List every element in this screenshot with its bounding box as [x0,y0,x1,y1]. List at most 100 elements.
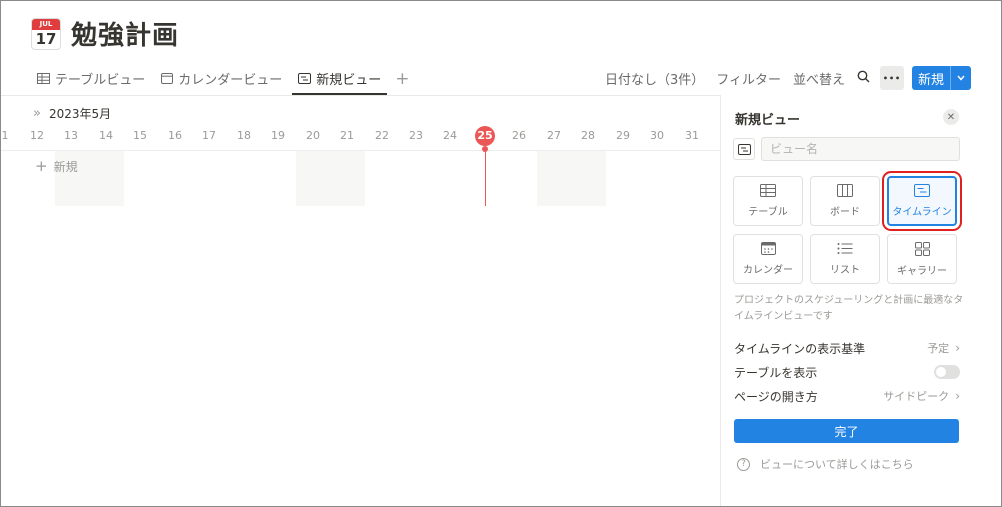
help-label: ビューについて詳しくはこちら [760,458,914,471]
add-row-label: 新規 [53,159,78,174]
today-line [485,148,486,206]
new-view-panel: 新規ビュー ✕ テーブル ボード タイムライン [720,96,1001,506]
day-label: 16 [168,129,182,142]
toggle-knob [936,367,946,377]
gallery-icon [914,241,930,256]
day-label: 25 [477,129,493,142]
view-name-input[interactable] [761,137,960,161]
search-button[interactable] [857,70,870,87]
layout-table-button[interactable]: テーブル [733,176,803,226]
day-label: 24 [443,129,457,142]
table-icon [760,184,776,197]
tab-label: 新規ビュー [316,72,382,88]
view-toolbar: 日付なし（3件） フィルター 並べ替え ••• 新規 [593,66,971,90]
plus-icon: + [395,69,410,89]
month-label: 2023年5月 [48,107,112,121]
sort-button[interactable]: 並べ替え [793,69,845,88]
done-button[interactable]: 完了 [734,419,959,443]
day-label: 15 [133,129,147,142]
help-icon: ? [737,457,750,471]
no-date-button[interactable]: 日付なし（3件） [605,69,704,88]
setting-label: テーブルを表示 [734,365,818,380]
close-panel-button[interactable]: ✕ [943,109,959,125]
setting-label: ページの開き方 [734,389,818,404]
board-icon [837,184,853,197]
calendar-emoji-icon[interactable]: JUL 17 [31,17,61,50]
setting-value-text: 予定 [927,342,950,355]
day-label: 20 [306,129,320,142]
layout-list-button[interactable]: リスト [810,234,880,284]
setting-value: サイドピーク › [883,388,960,404]
layout-options: テーブル ボード タイムライン カレンダー リスト ギャラリー [733,171,962,284]
table-icon [37,72,50,84]
more-options-button[interactable]: ••• [880,66,904,90]
day-label: 31 [685,129,699,142]
timeline-view: » 2023年5月 1 12 13 14 15 16 17 18 19 20 21 22 23 24 25 2… [1,96,720,506]
timeline-icon [737,143,751,155]
layout-label: テーブル [748,207,788,218]
close-icon: ✕ [946,111,956,123]
layout-label: ギャラリー [897,265,947,277]
new-button[interactable]: 新規 [912,66,951,90]
day-scale: 1 12 13 14 15 16 17 18 19 20 21 22 23 24 25 26 27 28 29 30 3… [1,126,720,146]
tab-table-view[interactable]: テーブルビュー [31,63,151,95]
calendar-icon [161,72,174,84]
page-header: JUL 17 勉強計画 [31,15,179,52]
calendar-emoji-day: 17 [35,29,57,48]
more-icon: ••• [882,73,902,83]
setting-value-text: サイドピーク [883,390,950,403]
show-table-toggle[interactable] [934,365,960,379]
search-icon [857,70,870,82]
view-name-row [733,137,960,161]
weekend-shade [537,151,606,206]
timeline-icon [298,72,312,84]
day-label: 18 [237,129,251,142]
calendar-icon [760,242,776,255]
day-label: 26 [512,129,526,142]
plus-icon: + [35,157,48,175]
show-table-setting[interactable]: テーブルを表示 [734,362,960,382]
scale-divider [1,150,720,151]
tab-calendar-view[interactable]: カレンダービュー [155,63,288,95]
view-tabs: テーブルビュー カレンダービュー 新規ビュー + [31,63,414,95]
day-label: 19 [271,129,285,142]
month-header: » 2023年5月 [33,105,111,122]
expand-chevron-icon[interactable]: » [33,106,41,121]
day-label: 29 [616,129,630,142]
layout-calendar-button[interactable]: カレンダー [733,234,803,284]
setting-value: 予定 › [927,340,960,356]
list-icon [837,243,853,254]
view-icon-picker[interactable] [733,138,755,160]
add-new-row[interactable]: + 新規 [35,157,78,175]
open-pages-setting[interactable]: ページの開き方 サイドピーク › [734,386,960,406]
help-link[interactable]: ? ビューについて詳しくはこちら [737,456,914,472]
day-label: 12 [30,129,44,142]
layout-gallery-button[interactable]: ギャラリー [887,234,957,284]
day-label: 28 [581,129,595,142]
layout-label: リスト [830,265,860,276]
day-label: 14 [99,129,113,142]
panel-title: 新規ビュー [735,113,801,128]
page-title[interactable]: 勉強計画 [71,15,179,52]
new-dropdown-button[interactable] [951,66,971,90]
day-label: 22 [375,129,389,142]
layout-label: ボード [830,207,860,218]
day-label: 27 [547,129,561,142]
day-label: 17 [202,129,216,142]
layout-description: プロジェクトのスケジューリングと計画に最適なタイムラインビューです [734,295,964,322]
layout-label: カレンダー [743,265,793,276]
timeline-icon [914,184,930,197]
tab-label: テーブルビュー [55,72,146,88]
day-label: 21 [340,129,354,142]
layout-timeline-button[interactable]: タイムライン [882,171,962,231]
layout-board-button[interactable]: ボード [810,176,880,226]
app-window: JUL 17 勉強計画 テーブルビュー カレンダービュー 新規ビュー + 日付な… [0,0,1002,507]
tab-new-view[interactable]: 新規ビュー [292,63,388,95]
add-view-button[interactable]: + [391,63,413,95]
chevron-right-icon: › [955,389,960,403]
day-label: 23 [409,129,423,142]
tab-label: カレンダービュー [178,72,283,88]
weekend-shade [296,151,365,206]
filter-button[interactable]: フィルター [716,69,781,88]
timeline-basis-setting[interactable]: タイムラインの表示基準 予定 › [734,338,960,358]
